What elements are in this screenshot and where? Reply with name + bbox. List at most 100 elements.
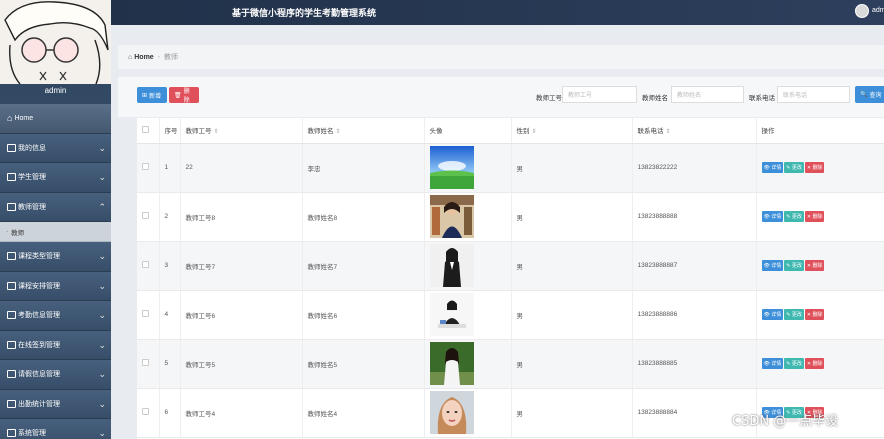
cell-teacher-id: 教师工号4 (180, 388, 303, 438)
row-checkbox[interactable] (137, 241, 160, 291)
edit-button[interactable]: ✎ 更改 (784, 162, 804, 173)
cell-ops: 👁 详情 ✎ 更改 ✕ 删除 (756, 192, 884, 242)
sort-icon: ⇕ (213, 129, 219, 136)
cell-ops: 👁 详情 ✎ 更改 ✕ 删除 (756, 241, 884, 291)
table-row[interactable]: 2 教师工号8 教师姓名8 男 13823888888 👁 详情 ✎ 更改 ✕ … (137, 192, 884, 242)
table-row[interactable]: 1 22 李忠 男 13823822222 👁 详情 ✎ 更改 ✕ 删除 (137, 143, 884, 193)
sidebar-item-label: 学生管理 (18, 174, 46, 182)
row-delete-button[interactable]: ✕ 删除 (804, 358, 825, 369)
row-checkbox[interactable] (137, 339, 160, 389)
sort-icon: ⇕ (531, 129, 537, 136)
eye-icon: 👁 (763, 214, 770, 220)
header-avatar[interactable] (855, 4, 869, 18)
sidebar-item-label: 请假信息管理 (18, 371, 60, 379)
sidebar-item-my-info[interactable]: 我的信息 ⌄ (0, 133, 111, 163)
cell-gender: 男 (511, 290, 633, 340)
cell-ops: 👁 详情 ✎ 更改 ✕ 删除 (756, 143, 884, 193)
view-button[interactable]: 👁 详情 (761, 309, 784, 320)
column-header-id[interactable]: 教师工号 ⇕ (180, 118, 303, 144)
teacher-photo (429, 391, 511, 434)
cell-teacher-id: 教师工号6 (180, 290, 303, 340)
phone-input[interactable]: 联系电话 (777, 86, 850, 103)
column-header-gender[interactable]: 性别 ⇕ (511, 118, 633, 144)
sidebar-item-teachers[interactable]: 教师管理 ⌃ (0, 192, 111, 222)
edit-button[interactable]: ✎ 更改 (784, 260, 804, 271)
add-button[interactable]: ⊞ 新增 (137, 87, 167, 103)
cell-teacher-name: 教师姓名6 (302, 290, 425, 340)
table-row[interactable]: 4 教师工号6 教师姓名6 男 13823888886 👁 详情 ✎ 更改 ✕ … (137, 290, 884, 340)
row-checkbox[interactable] (137, 388, 160, 438)
breadcrumb-home[interactable]: Home (134, 54, 153, 61)
cell-photo (424, 388, 512, 438)
sidebar-item-attendance[interactable]: 考勤信息管理 ⌄ (0, 301, 111, 331)
view-button-label: 详情 (771, 165, 782, 171)
sidebar-subitem-label: 教师 (11, 229, 25, 237)
sidebar-item-course-types[interactable]: 课程类型管理 ⌄ (0, 242, 111, 272)
view-button[interactable]: 👁 详情 (761, 358, 784, 369)
row-checkbox[interactable] (137, 290, 160, 340)
row-delete-button[interactable]: ✕ 删除 (804, 211, 825, 222)
sidebar-item-leave[interactable]: 请假信息管理 ⌄ (0, 360, 111, 390)
edit-icon: ✎ (786, 361, 791, 367)
chevron-down-icon: ⌄ (98, 251, 106, 261)
edit-button[interactable]: ✎ 更改 (784, 309, 804, 320)
close-icon: ✕ (806, 263, 812, 269)
teacher-name-input[interactable]: 教师姓名 (671, 86, 744, 103)
table-row[interactable]: 3 教师工号7 教师姓名7 男 13823888887 👁 详情 ✎ 更改 ✕ … (137, 241, 884, 291)
chevron-down-icon: ⌄ (98, 398, 106, 409)
cell-ops: 👁 详情 ✎ 更改 ✕ 删除 (756, 290, 884, 340)
sidebar-item-label: 课程类型管理 (18, 253, 60, 261)
edit-button[interactable]: ✎ 更改 (784, 211, 804, 222)
cell-ops: 👁 详情 ✎ 更改 ✕ 删除 (756, 339, 884, 389)
column-header-name[interactable]: 教师姓名 ⇕ (302, 118, 425, 144)
sidebar-item-label: 考勤信息管理 (18, 312, 60, 320)
header-username[interactable]: admin (872, 7, 884, 14)
edit-button-label: 更改 (791, 312, 802, 318)
teacher-icon (7, 202, 16, 211)
sidebar-item-stats[interactable]: 出勤统计管理 ⌄ (0, 389, 111, 419)
row-delete-button[interactable]: ✕ 删除 (804, 309, 825, 320)
cell-teacher-id: 教师工号5 (180, 339, 303, 389)
watermark: CSDN @一点毕设 (732, 414, 839, 429)
chevron-down-icon: ⌄ (98, 280, 106, 291)
teacher-photo (429, 342, 511, 385)
view-button[interactable]: 👁 详情 (761, 211, 784, 222)
sidebar-item-checkin[interactable]: 在线签到管理 ⌄ (0, 330, 111, 360)
filter-label-teacher-name: 教师姓名 (642, 95, 668, 102)
table-row[interactable]: 5 教师工号5 教师姓名5 男 13823888885 👁 详情 ✎ 更改 ✕ … (137, 339, 884, 389)
row-delete-button[interactable]: ✕ 删除 (804, 260, 825, 271)
sidebar-item-students[interactable]: 学生管理 ⌄ (0, 163, 111, 193)
sidebar-item-system[interactable]: 系统管理 ⌄ (0, 419, 111, 439)
column-header-phone[interactable]: 联系电话 ⇕ (632, 118, 757, 144)
select-all-checkbox[interactable] (137, 118, 160, 144)
row-checkbox[interactable] (137, 143, 160, 193)
view-button[interactable]: 👁 详情 (761, 162, 784, 173)
search-button[interactable]: 🔍 查询 (855, 86, 884, 103)
view-button[interactable]: 👁 详情 (761, 260, 784, 271)
chevron-down-icon: ⌄ (98, 369, 106, 379)
cell-index: 3 (159, 241, 181, 291)
profile-icon (7, 143, 16, 152)
sidebar-item-home[interactable]: ⌂ Home (0, 104, 111, 134)
breadcrumb: ⌂ Home - 教师 (118, 45, 884, 69)
teacher-photo (429, 293, 511, 336)
view-button-label: 详情 (771, 312, 782, 318)
chevron-down-icon: ⌄ (98, 142, 106, 153)
edit-button[interactable]: ✎ 更改 (784, 358, 804, 369)
column-header-label: 联系电话 (637, 128, 664, 136)
sidebar: admin ⌂ Home 我的信息 ⌄ 学生管理 ⌄ 教师管理 ⌃ · 教师 课程… (0, 0, 111, 439)
sidebar-item-course-schedule[interactable]: 课程安排管理 ⌄ (0, 271, 111, 301)
home-icon: ⌂ (128, 53, 133, 61)
plus-icon: ⊞ (142, 92, 148, 99)
row-delete-button[interactable]: ✕ 删除 (804, 162, 825, 173)
chevron-down-icon: ⌄ (98, 310, 106, 320)
sidebar-subitem-teacher[interactable]: · 教师 (0, 222, 111, 242)
delete-button[interactable]: 🗑 删除 (169, 87, 199, 104)
cell-gender: 男 (511, 241, 633, 291)
row-delete-button-label: 删除 (812, 263, 823, 269)
cell-phone: 13823888885 (632, 339, 757, 389)
table-header-row: 序号 教师工号 ⇕ 教师姓名 ⇕ 头像 性别 ⇕ 联系电话 ⇕ 操作 (137, 118, 884, 144)
teacher-id-input[interactable]: 教师工号 (562, 86, 637, 103)
row-checkbox[interactable] (137, 192, 160, 242)
cell-phone: 13823888888 (632, 192, 757, 242)
